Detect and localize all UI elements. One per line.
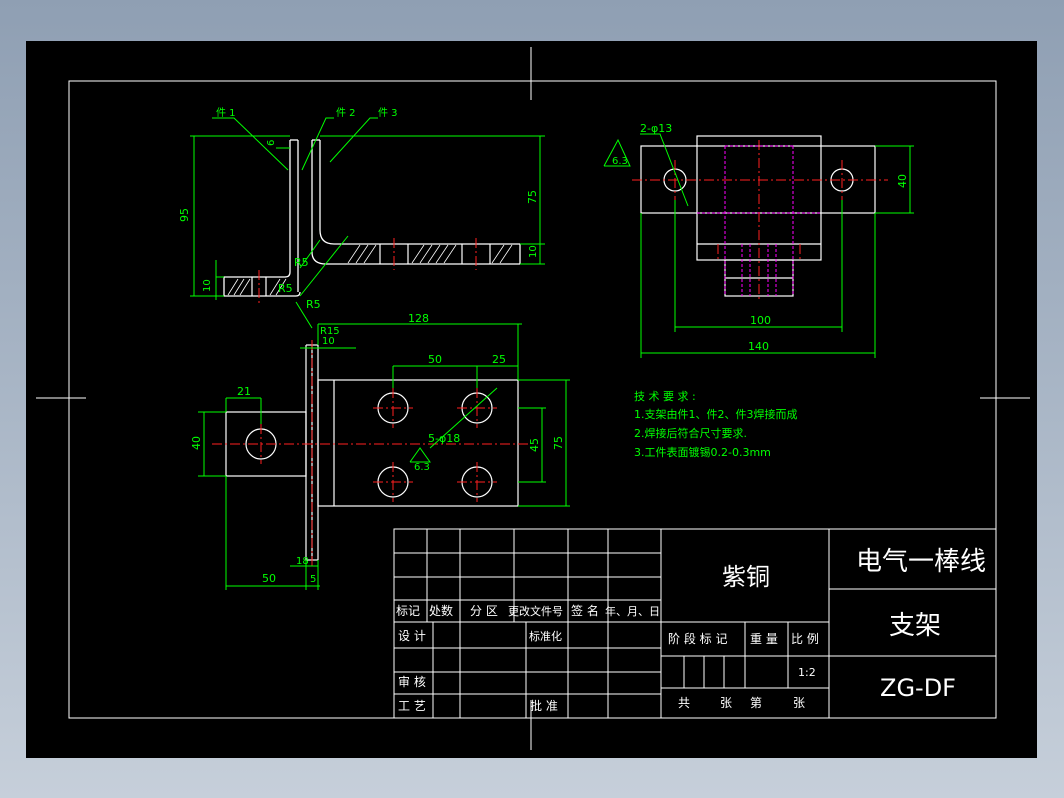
note-1: 1.支架由件1、件2、件3焊接而成: [634, 407, 798, 421]
dim-10a: 10: [202, 279, 213, 292]
dim-100: 100: [750, 314, 771, 327]
r15-label: R15: [320, 326, 340, 337]
top-holes-label: 2-φ13: [640, 122, 672, 135]
drawing-canvas: 件 1 件 2 件 3 6 95 10 75 10 R5 R5 R5 2-φ13…: [26, 41, 1037, 758]
drawing-sheet: [26, 41, 1037, 758]
approve-label: 批 准: [530, 698, 558, 713]
dim-5: 5: [310, 574, 316, 585]
dim-50a: 50: [428, 353, 442, 366]
note-3: 3.工件表面镀锡0.2-0.3mm: [634, 445, 771, 459]
rev-header-zone: 分 区: [470, 604, 498, 618]
rev-header-docno: 更改文件号: [508, 604, 563, 618]
dim-50b: 50: [262, 572, 276, 585]
dim-10c: 10: [322, 336, 335, 347]
part-name-text: 支架: [889, 611, 941, 641]
dim-6: 6: [266, 140, 277, 146]
dim-40a: 40: [896, 174, 909, 188]
dim-18: 18: [296, 556, 309, 567]
front-holes-label: 5-φ18: [428, 432, 460, 445]
top-roughness: 6.3: [612, 156, 628, 167]
part2-label: 件 2: [336, 107, 356, 119]
dim-140: 140: [748, 340, 769, 353]
dim-95: 95: [178, 208, 191, 222]
sheet-unit-b: 张: [793, 696, 805, 710]
review-label: 审 核: [398, 674, 426, 689]
part3-label: 件 3: [378, 107, 398, 119]
r5-label-a: R5: [294, 256, 309, 269]
dim-75b: 75: [552, 436, 565, 450]
sheet-total-label: 共: [678, 696, 690, 710]
standard-label: 标准化: [529, 629, 562, 643]
part1-label: 件 1: [216, 107, 236, 119]
dim-25: 25: [492, 353, 506, 366]
front-roughness: 6.3: [414, 462, 430, 473]
rev-header-sign: 签 名: [571, 603, 599, 618]
r5-label-b: R5: [278, 282, 293, 295]
r5-label-c: R5: [306, 298, 321, 311]
notes-title: 技 术 要 求 :: [634, 390, 696, 403]
rev-header-mark: 标记: [396, 604, 420, 618]
drawing-code-text: ZG-DF: [880, 674, 956, 702]
dim-21: 21: [237, 385, 251, 398]
note-2: 2.焊接后符合尺寸要求.: [634, 426, 747, 440]
weight-label: 重 量: [750, 632, 778, 646]
sheet-unit-a: 张: [720, 696, 732, 710]
sheet-no-label: 第: [750, 696, 762, 710]
dim-75a: 75: [526, 190, 539, 204]
material-text: 紫铜: [722, 563, 770, 591]
process-label: 工 艺: [398, 699, 426, 713]
product-text: 电气一棒线: [856, 547, 986, 577]
dim-128: 128: [408, 312, 429, 325]
dim-45: 45: [528, 438, 541, 452]
stage-mark-label: 阶 段 标 记: [668, 631, 727, 646]
design-label: 设 计: [398, 629, 426, 643]
rev-header-date: 年、月、日: [605, 604, 660, 618]
ratio-label: 比 例: [791, 632, 819, 646]
dim-40b: 40: [190, 436, 203, 450]
scale-value: 1:2: [798, 666, 816, 679]
dim-10b: 10: [528, 245, 539, 258]
rev-header-count: 处数: [429, 603, 453, 618]
